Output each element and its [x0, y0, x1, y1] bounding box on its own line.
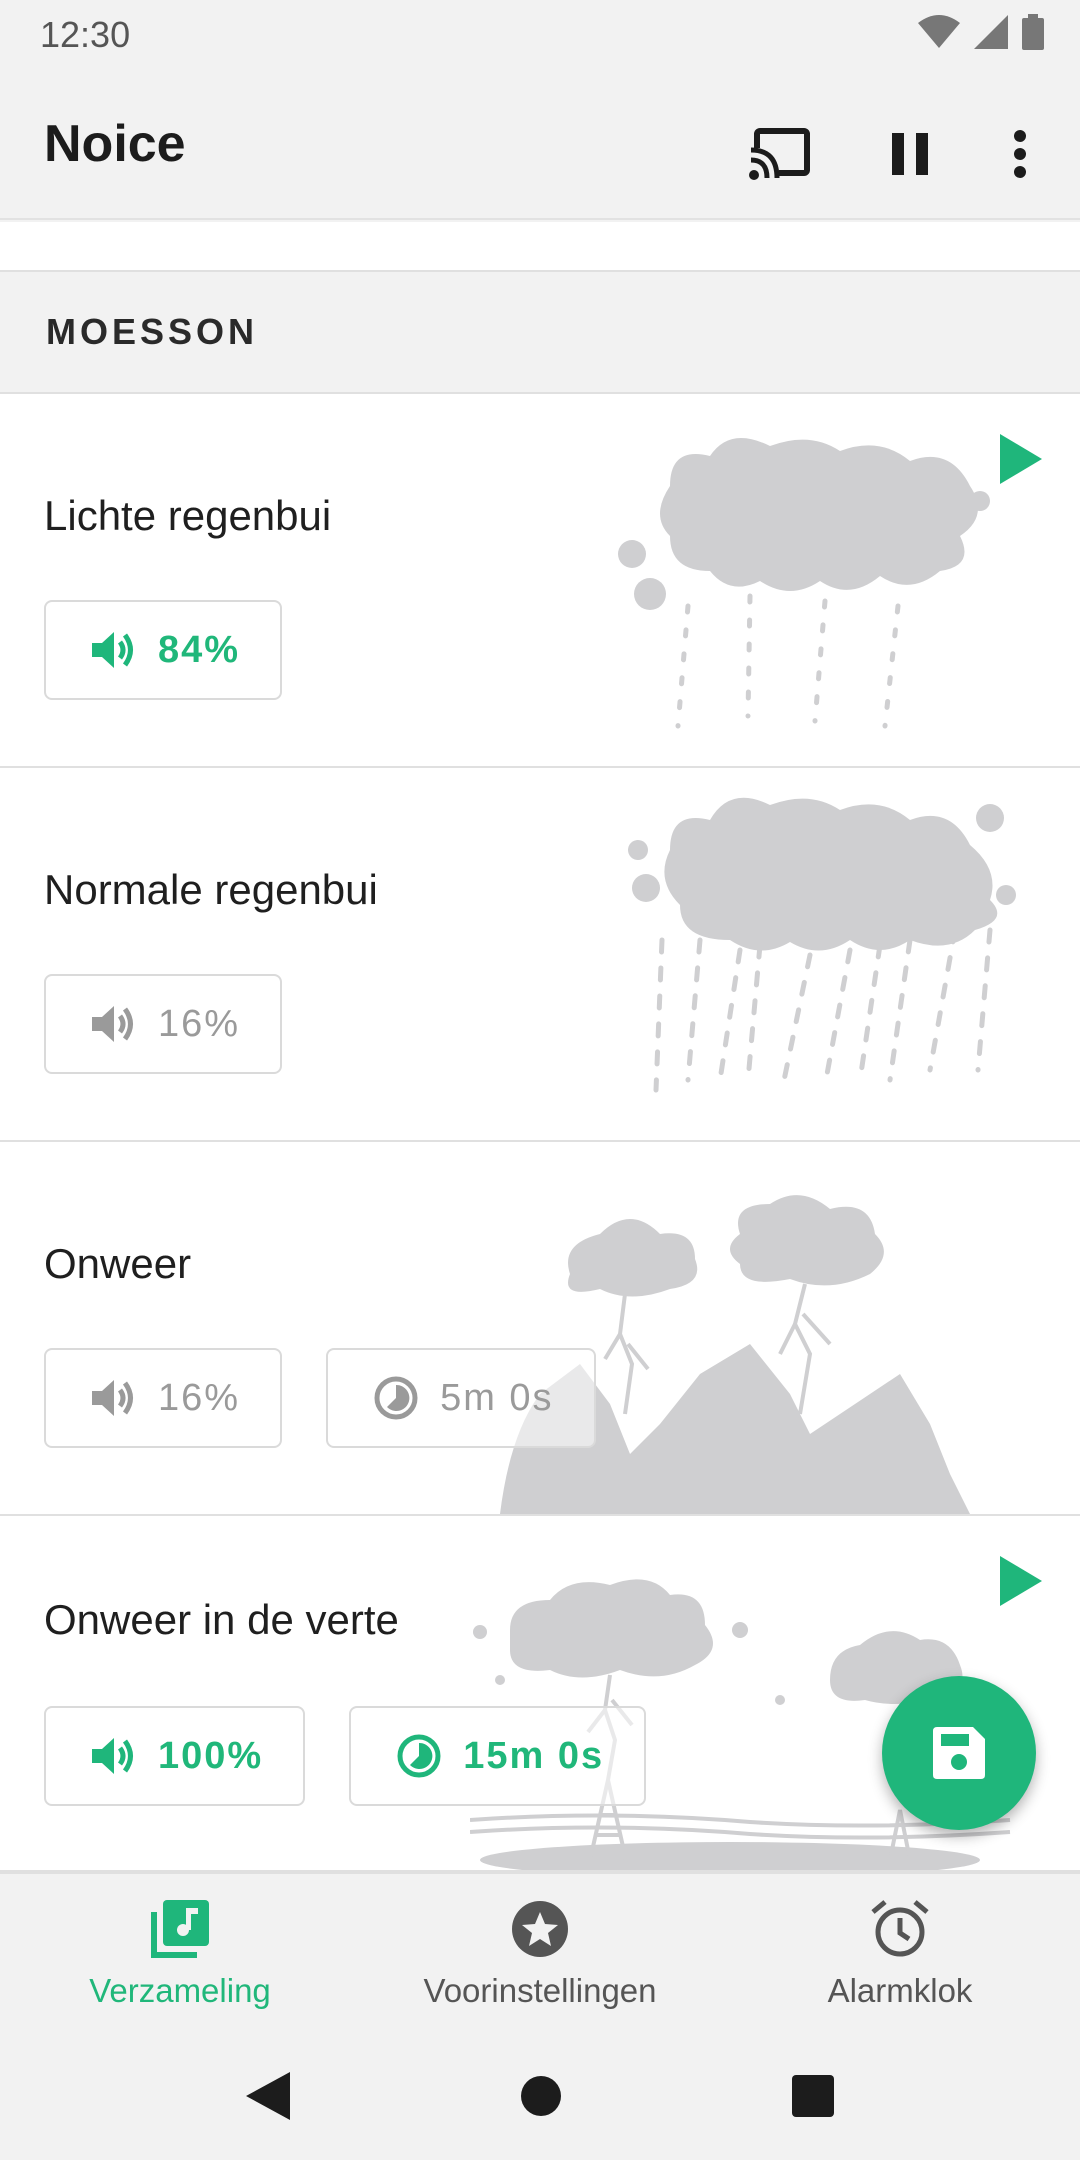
nav-item-alarm[interactable]: Alarmklok	[720, 1874, 1080, 2032]
volume-up-icon	[92, 1004, 136, 1044]
library-music-icon	[151, 1900, 209, 1958]
sound-controls: 100% 15m 0s	[44, 1706, 647, 1806]
sound-title: Onweer	[44, 1240, 192, 1287]
light-rain-illustration	[618, 438, 990, 729]
play-icon[interactable]	[1000, 434, 1042, 484]
sound-item-normale-regenbui[interactable]: Normale regenbui 16%	[0, 768, 1080, 1142]
app-title: Noice	[44, 115, 186, 173]
save-preset-fab[interactable]	[882, 1676, 1036, 1830]
volume-up-icon	[92, 1736, 136, 1776]
status-bar: 12:30	[0, 0, 1080, 66]
sound-library-list[interactable]: MOESSON Lichte regenbui 84% Normale rege…	[0, 222, 1080, 1872]
sound-item-lichte-regenbui[interactable]: Lichte regenbui 84%	[0, 394, 1080, 768]
timer-icon	[374, 1376, 418, 1420]
normal-rain-illustration	[628, 797, 1016, 1093]
battery-icon	[1022, 14, 1044, 50]
volume-label: 16%	[158, 1002, 241, 1045]
volume-button[interactable]: 16%	[44, 974, 283, 1074]
volume-button[interactable]: 84%	[44, 600, 283, 700]
cast-button[interactable]	[740, 114, 820, 194]
timer-label: 5m 0s	[440, 1376, 554, 1419]
nav-item-presets[interactable]: Voorinstellingen	[360, 1874, 720, 2032]
sound-item-onweer[interactable]: Onweer 16% 5m 0s	[0, 1142, 1080, 1516]
more-vert-icon	[1014, 130, 1026, 178]
wifi-icon	[918, 15, 960, 48]
volume-button[interactable]: 16%	[44, 1348, 283, 1448]
volume-up-icon	[92, 630, 136, 670]
nav-label: Verzameling	[89, 1972, 271, 2009]
nav-label: Alarmklok	[827, 1972, 973, 2009]
sound-controls: 16% 5m 0s	[44, 1348, 596, 1448]
play-icon[interactable]	[1000, 1556, 1042, 1606]
back-icon[interactable]	[246, 2072, 290, 2120]
system-navigation-bar	[0, 2032, 1080, 2160]
timer-button[interactable]: 5m 0s	[326, 1348, 596, 1448]
volume-label: 16%	[158, 1376, 241, 1419]
nav-label: Voorinstellingen	[423, 1972, 657, 2009]
save-icon	[933, 1727, 985, 1779]
timer-icon	[397, 1734, 441, 1778]
sound-title: Lichte regenbui	[44, 492, 332, 539]
nav-item-library[interactable]: Verzameling	[0, 1874, 360, 2032]
status-time: 12:30	[40, 14, 131, 55]
app-actions	[690, 114, 1040, 194]
section-title: MOESSON	[46, 311, 259, 352]
bottom-navigation: Verzameling Voorinstellingen Alarmklok	[0, 1872, 1080, 2032]
more-options-button[interactable]	[1000, 114, 1040, 194]
pause-icon	[892, 133, 928, 175]
sound-title: Onweer in de verte	[44, 1596, 399, 1643]
volume-label: 100%	[158, 1734, 264, 1777]
volume-label: 84%	[158, 628, 241, 671]
sound-controls: 16%	[44, 974, 283, 1074]
cellular-signal-icon	[974, 15, 1008, 49]
sound-title: Normale regenbui	[44, 866, 378, 913]
cast-icon	[749, 128, 810, 180]
volume-button[interactable]: 100%	[44, 1706, 306, 1806]
alarm-clock-icon	[871, 1900, 929, 1957]
section-header: MOESSON	[0, 272, 1080, 394]
sound-controls: 84%	[44, 600, 283, 700]
timer-label: 15m 0s	[463, 1734, 605, 1777]
star-badge-icon	[512, 1901, 568, 1957]
app-bar: Noice	[0, 66, 1080, 220]
home-icon[interactable]	[520, 2075, 562, 2117]
volume-up-icon	[92, 1378, 136, 1418]
status-icons	[918, 14, 1044, 50]
pause-button[interactable]	[870, 114, 950, 194]
recents-icon[interactable]	[792, 2075, 834, 2117]
timer-button[interactable]: 15m 0s	[349, 1706, 647, 1806]
previous-item-stub	[0, 222, 1080, 272]
